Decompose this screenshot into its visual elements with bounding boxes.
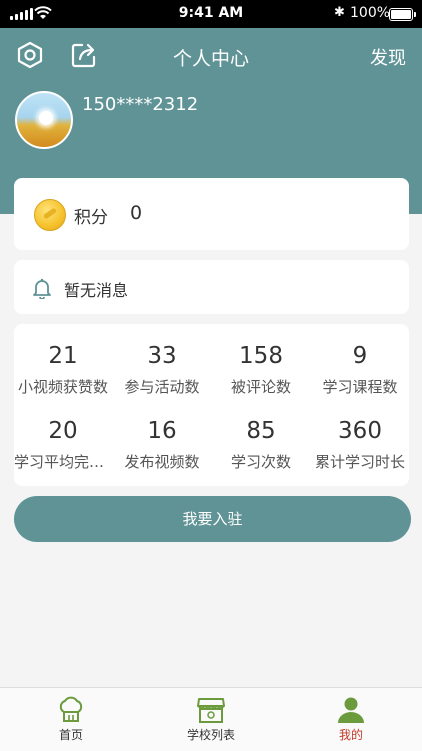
- tab-label: 我的: [338, 728, 363, 742]
- stat-comments[interactable]: 158 被评论数: [212, 342, 310, 397]
- bluetooth-icon: ✱: [334, 5, 345, 20]
- tab-bar: 首页 学校列表 我的: [0, 687, 422, 751]
- stat-value: 158: [239, 343, 283, 369]
- stat-label: 学习平均完成度: [14, 453, 112, 471]
- stat-label: 发布视频数: [124, 453, 200, 471]
- user-icon: [338, 697, 364, 723]
- stat-value: 85: [246, 418, 276, 444]
- stat-study-count[interactable]: 85 学习次数: [212, 417, 310, 472]
- stat-total-study-time[interactable]: 360 累计学习时长: [311, 417, 409, 472]
- status-bar: 9:41 AM ✱ 100%: [0, 0, 422, 28]
- battery-percent: 100%: [350, 5, 391, 21]
- tab-label: 首页: [58, 728, 83, 742]
- tab-mine[interactable]: 我的: [281, 688, 421, 751]
- stat-label: 参与活动数: [124, 378, 200, 396]
- stat-value: 9: [352, 343, 368, 369]
- stat-label: 累计学习时长: [314, 453, 405, 471]
- stat-video-likes[interactable]: 21 小视频获赞数: [14, 342, 112, 397]
- message-card[interactable]: 暂无消息: [14, 260, 409, 314]
- stat-value: 33: [147, 343, 177, 369]
- battery-icon: [389, 8, 416, 21]
- discover-button[interactable]: 发现: [370, 44, 406, 70]
- bell-icon: [33, 278, 51, 299]
- stats-card: 21 小视频获赞数 33 参与活动数 158 被评论数 9 学习课程数 20 学…: [14, 324, 409, 486]
- stat-label: 学习课程数: [322, 378, 398, 396]
- points-value: 0: [130, 202, 143, 224]
- school-icon: [197, 698, 225, 723]
- stat-activities[interactable]: 33 参与活动数: [113, 342, 211, 397]
- chef-hat-icon: [59, 696, 83, 722]
- stat-published-videos[interactable]: 16 发布视频数: [113, 417, 211, 472]
- avatar[interactable]: [15, 91, 73, 149]
- join-button[interactable]: 我要入驻: [14, 496, 411, 542]
- stat-label: 小视频获赞数: [17, 378, 108, 396]
- stat-label: 被评论数: [230, 378, 291, 396]
- stat-value: 21: [48, 343, 78, 369]
- username: 150****2312: [82, 94, 199, 115]
- stat-courses[interactable]: 9 学习课程数: [311, 342, 409, 397]
- tab-label: 学校列表: [186, 728, 235, 742]
- message-text: 暂无消息: [64, 281, 129, 300]
- points-card[interactable]: 积分 0: [14, 178, 409, 250]
- tab-school-list[interactable]: 学校列表: [141, 688, 281, 751]
- page-title: 个人中心: [172, 48, 249, 70]
- tab-home[interactable]: 首页: [1, 688, 141, 751]
- stat-value: 16: [147, 418, 177, 444]
- coin-icon: [34, 199, 66, 231]
- stat-value: 20: [48, 418, 78, 444]
- points-label: 积分: [74, 208, 108, 228]
- stat-value: 360: [338, 418, 382, 444]
- stat-label: 学习次数: [230, 453, 291, 471]
- stat-avg-completion[interactable]: 20 学习平均完成度: [14, 417, 112, 472]
